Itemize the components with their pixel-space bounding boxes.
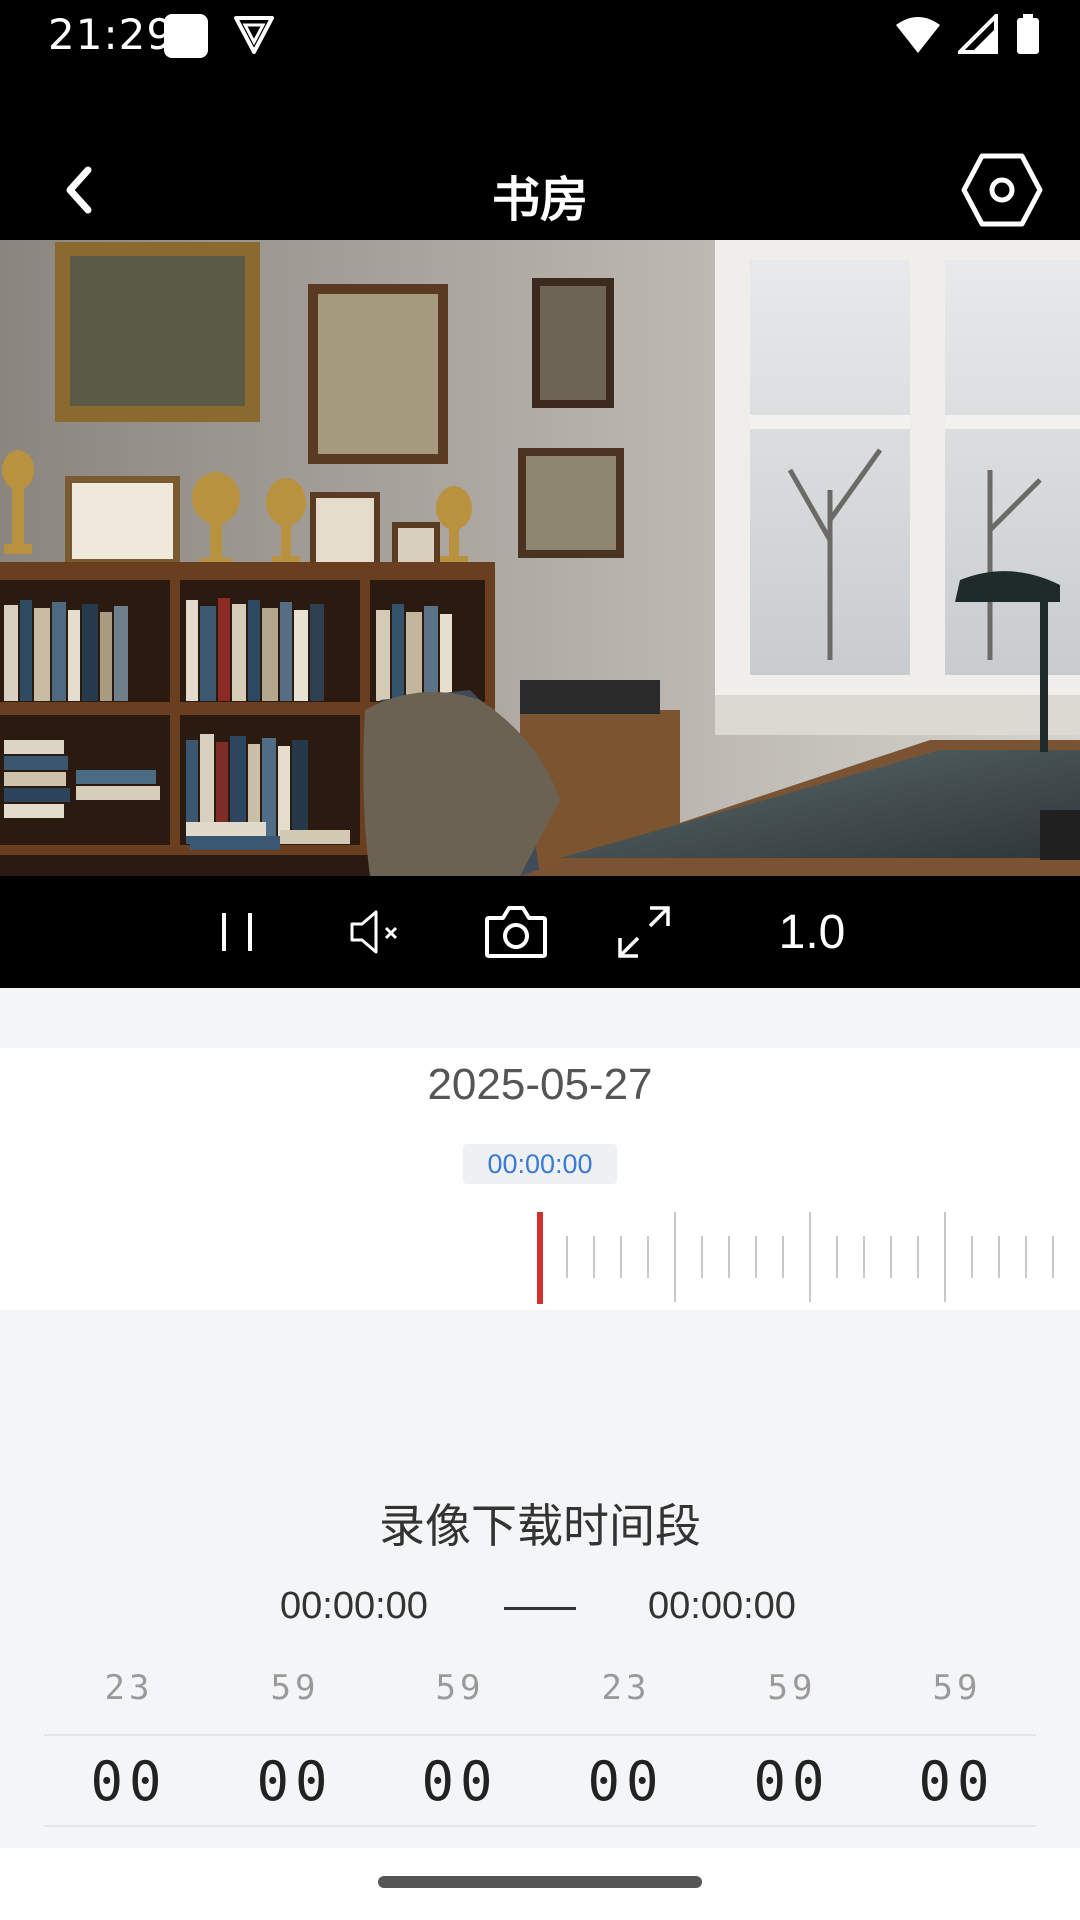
- picker-prev-value: 59: [270, 1668, 320, 1708]
- picker-selected-value: 00: [256, 1750, 334, 1813]
- page-title: 书房: [491, 172, 588, 228]
- download-end-time[interactable]: 00:00:00: [648, 1585, 796, 1628]
- playback-speed[interactable]: 1.0: [760, 896, 864, 968]
- vpn-shield-icon: [234, 16, 274, 54]
- camera-feed-image: [0, 240, 1080, 876]
- picker-prev-value: 59: [932, 1668, 982, 1708]
- home-indicator[interactable]: [378, 1876, 702, 1888]
- download-start-time[interactable]: 00:00:00: [280, 1585, 428, 1628]
- picker-prev-value: 59: [435, 1668, 485, 1708]
- time-range-picker: 23 00 59 00 59 00 23 00 59 00 59 00: [44, 1668, 1036, 1834]
- timeline-ruler[interactable]: [0, 1212, 1080, 1312]
- signal-icon: [958, 14, 998, 54]
- fullscreen-icon: [618, 906, 670, 958]
- battery-icon: [1017, 14, 1039, 54]
- playback-timeline-panel: 2025-05-27 00:00:00: [0, 1048, 1080, 1310]
- picker-prev-value: 23: [104, 1668, 154, 1708]
- wifi-icon: [896, 17, 940, 53]
- picker-prev-value: 59: [767, 1668, 817, 1708]
- camera-icon: [485, 906, 547, 958]
- video-player[interactable]: [0, 240, 1080, 876]
- picker-selected-value: 00: [421, 1750, 499, 1813]
- player-controls: 1.0: [0, 876, 1080, 988]
- app-header: 书房: [0, 72, 1080, 240]
- picker-selected-value: 00: [587, 1750, 665, 1813]
- mute-button[interactable]: [340, 896, 416, 968]
- current-time-label: 00:00:00: [463, 1144, 617, 1184]
- range-separator: [504, 1607, 576, 1610]
- picker-selected-value: 00: [90, 1750, 168, 1813]
- picker-prev-value: 23: [601, 1668, 651, 1708]
- speaker-muted-icon: [350, 910, 398, 954]
- notification-square-icon: [164, 14, 208, 58]
- playback-date[interactable]: 2025-05-27: [0, 1060, 1080, 1110]
- pause-icon: [222, 913, 252, 951]
- pause-button[interactable]: [206, 896, 270, 968]
- status-time: 21:29: [48, 10, 175, 59]
- download-range-title: 录像下载时间段: [379, 1499, 701, 1553]
- snapshot-button[interactable]: [478, 896, 554, 968]
- status-bar: 21:29: [0, 0, 1080, 72]
- picker-selected-value: 00: [918, 1750, 996, 1813]
- settings-hexagon-icon[interactable]: [960, 152, 1044, 228]
- picker-selected-value: 00: [753, 1750, 831, 1813]
- fullscreen-button[interactable]: [610, 896, 678, 968]
